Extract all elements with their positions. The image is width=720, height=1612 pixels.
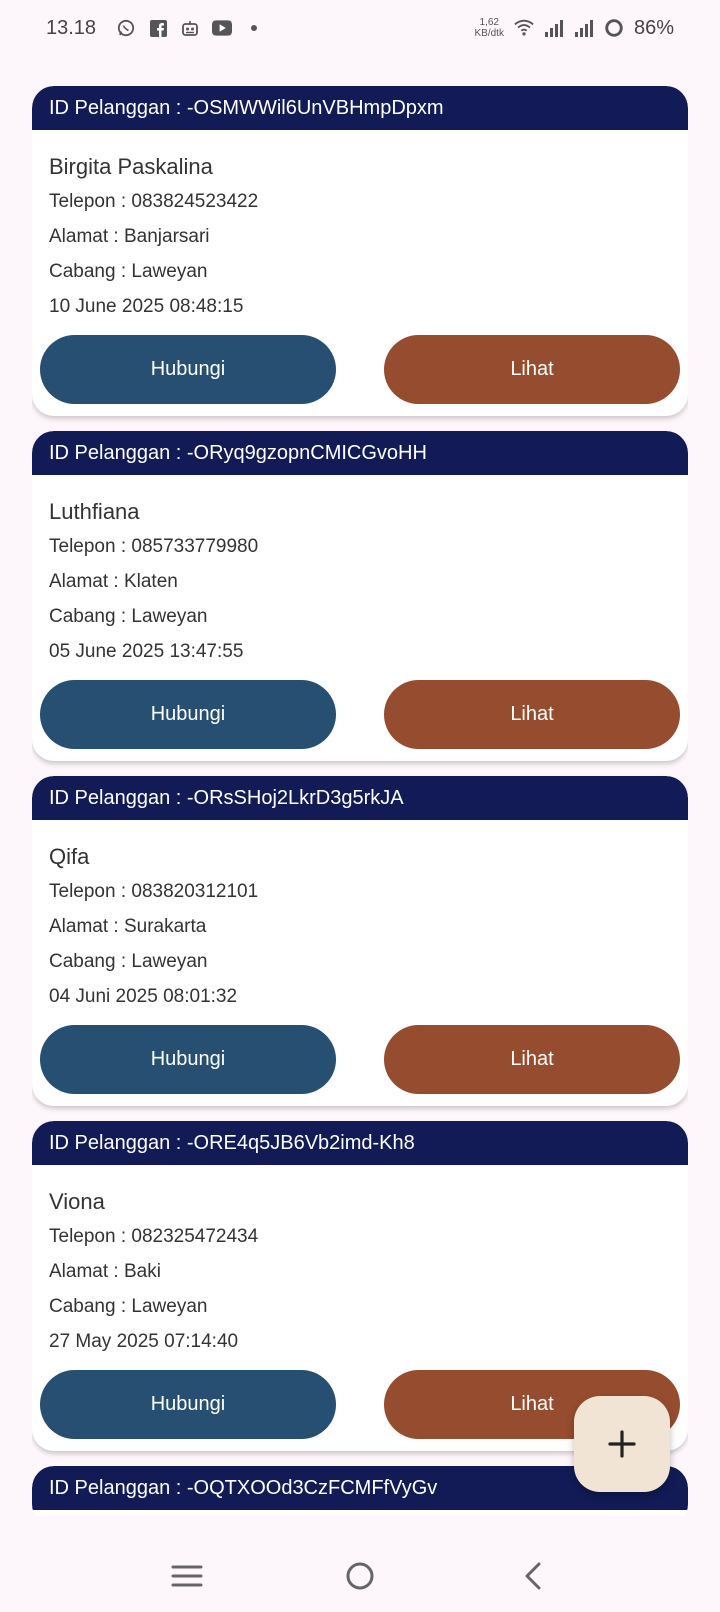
customer-phone: Telepon : 083824523422 [49,191,259,212]
clock: 13.18 [46,16,97,39]
customer-branch: Cabang : Laweyan [49,606,208,627]
network-speed-value: 1,62 [479,17,499,28]
customer-card-body: Luthfiana Telepon : 085733779980 Alamat … [32,475,688,669]
youtube-icon [212,18,233,38]
home-icon [346,1562,374,1590]
status-bar: 13.18 1,62 KB/dtk 86% [0,0,720,56]
customer-branch: Cabang : Laweyan [49,261,208,282]
customer-branch: Cabang : Laweyan [49,951,208,972]
customer-card: ID Pelanggan : -ORsSHoj2LkrD3g5rkJA Qifa… [32,776,688,1106]
contact-button[interactable]: Hubungi [40,1025,336,1094]
status-bar-left: 13.18 [46,17,264,40]
customer-card-body: Viona Telepon : 082325472434 Alamat : Ba… [32,1165,688,1359]
network-speed-unit: KB/dtk [474,28,504,39]
battery-ring-icon [604,18,624,38]
customer-card-body: Qifa Telepon : 083820312101 Alamat : Sur… [32,820,688,1014]
customer-name: Luthfiana [49,499,140,524]
customer-date: 10 June 2025 08:48:15 [49,296,244,317]
customer-branch: Cabang : Laweyan [49,1296,208,1317]
signal-icon [574,18,594,38]
customer-date: 27 May 2025 07:14:40 [49,1331,239,1352]
customer-name: Viona [49,1189,105,1214]
wifi-icon [514,18,534,38]
dot-icon [244,18,264,38]
facebook-icon [148,18,168,38]
customer-address: Alamat : Banjarsari [49,226,210,247]
back-button[interactable] [503,1546,563,1606]
customer-card-body: Birgita Paskalina Telepon : 083824523422… [32,130,688,324]
plus-icon [608,1430,636,1458]
customer-phone: Telepon : 083820312101 [49,881,259,902]
screen: 13.18 1,62 KB/dtk 86% ID Pelanggan: -OS… [0,0,720,1612]
customer-list[interactable]: ID Pelanggan : -OSMWWil6UnVBHmpDpxm Birg… [32,86,688,1516]
customer-name: Birgita Paskalina [49,154,213,179]
menu-icon [171,1565,203,1587]
robot-icon [180,18,200,38]
view-button[interactable]: Lihat [384,680,680,749]
customer-address: Alamat : Surakarta [49,916,207,937]
contact-button[interactable]: Hubungi [40,1370,336,1439]
customer-id-header: ID Pelanggan : -ORE4q5JB6Vb2imd-Kh8 [32,1121,688,1165]
card-actions: Hubungi Lihat [32,669,688,749]
menu-button[interactable] [157,1546,217,1606]
back-icon [525,1562,541,1590]
customer-card: ID Pelanggan : -ORyq9gzopnCMICGvoHH Luth… [32,431,688,761]
customer-name: Qifa [49,844,90,869]
add-customer-button[interactable] [574,1396,670,1492]
view-button[interactable]: Lihat [384,335,680,404]
customer-date: 05 June 2025 13:47:55 [49,641,244,662]
customer-phone: Telepon : 085733779980 [49,536,259,557]
card-actions: Hubungi Lihat [32,1014,688,1094]
customer-address: Alamat : Baki [49,1261,161,1282]
customer-card: ID Pelanggan : -OSMWWil6UnVBHmpDpxm Birg… [32,86,688,416]
contact-button[interactable]: Hubungi [40,335,336,404]
signal-icon [544,18,564,38]
card-actions: Hubungi Lihat [32,324,688,404]
navigation-bar [0,1540,720,1612]
whatsapp-icon [116,18,136,38]
customer-id-header: ID Pelanggan : -ORsSHoj2LkrD3g5rkJA [32,776,688,820]
customer-date: 04 Juni 2025 08:01:32 [49,986,238,1007]
contact-button[interactable]: Hubungi [40,680,336,749]
battery-percent: 86% [633,16,674,39]
home-button[interactable] [330,1546,390,1606]
customer-address: Alamat : Klaten [49,571,178,592]
network-speed: 1,62 KB/dtk [475,17,504,39]
customer-id-header: ID Pelanggan : -OSMWWil6UnVBHmpDpxm [32,86,688,130]
customer-phone: Telepon : 082325472434 [49,1226,259,1247]
customer-id-header: ID Pelanggan : -ORyq9gzopnCMICGvoHH [32,431,688,475]
view-button[interactable]: Lihat [384,1025,680,1094]
status-bar-right: 1,62 KB/dtk 86% [475,17,675,40]
